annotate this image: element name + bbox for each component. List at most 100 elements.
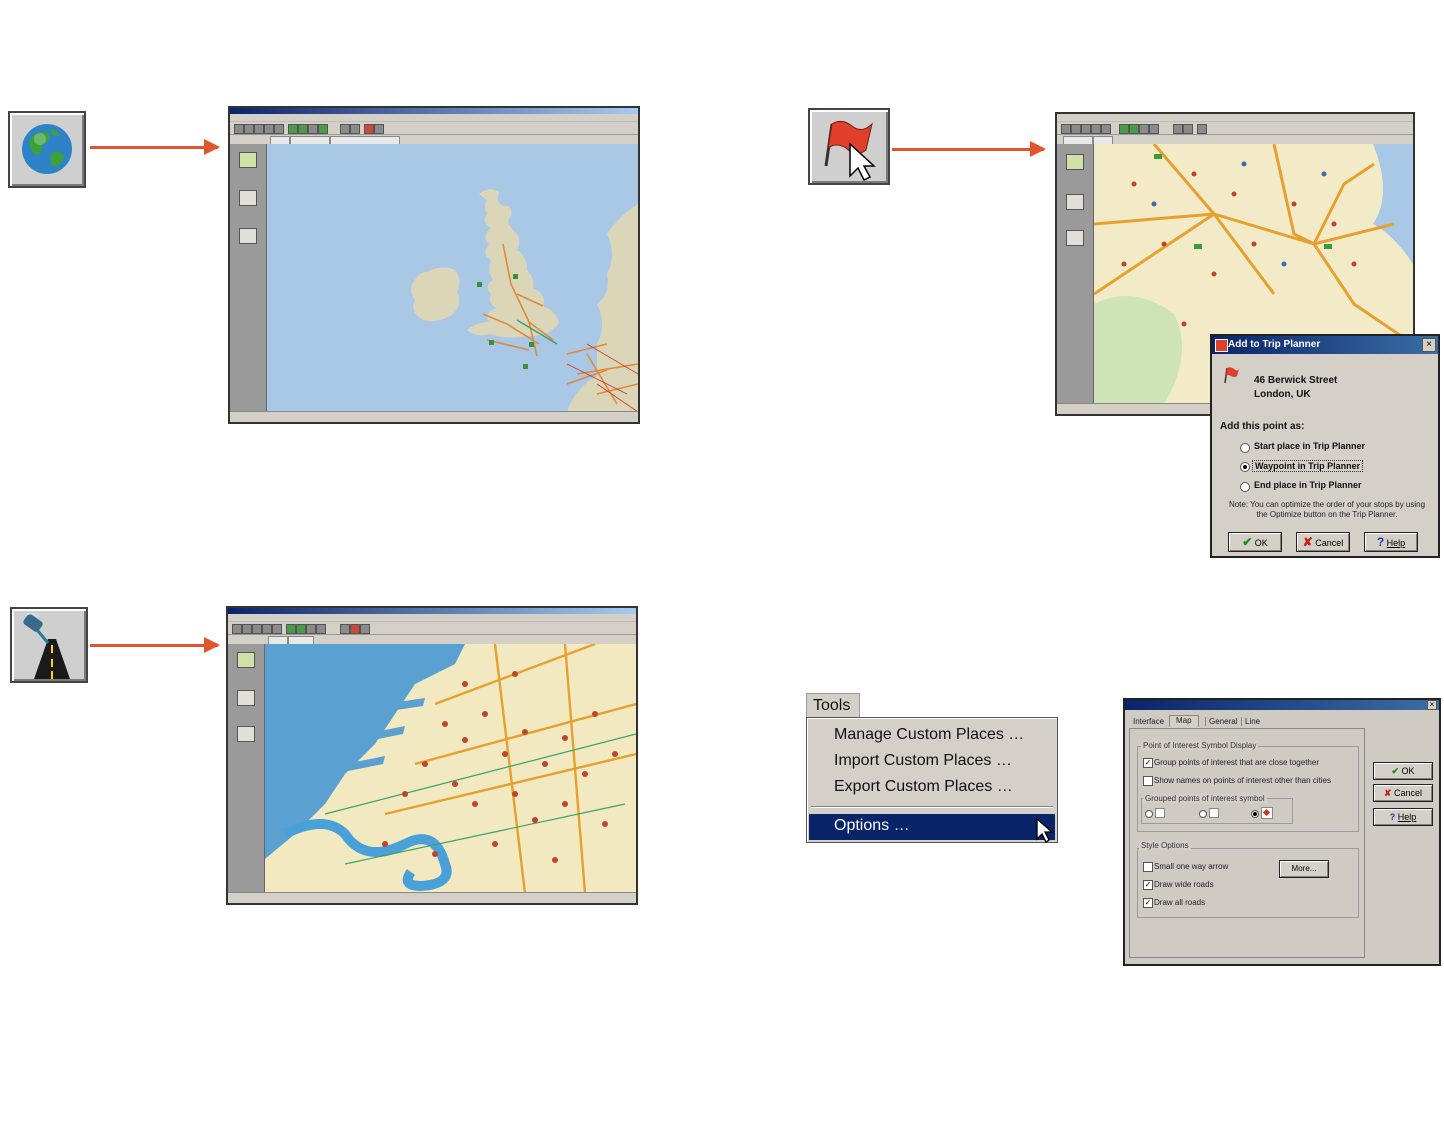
wide-roads-checkbox[interactable]: ✓ (1143, 880, 1153, 890)
menu-bar (230, 114, 638, 122)
side-panel (228, 644, 265, 893)
x-icon: ✘ (1383, 788, 1392, 798)
side-panel (1057, 144, 1094, 404)
poi-group-label: Point of Interest Symbol Display (1141, 741, 1259, 750)
close-button[interactable]: × (1427, 700, 1437, 710)
radio-selected-dot (1253, 812, 1257, 816)
menu-item-options[interactable]: Options … (809, 814, 1055, 840)
menu-bar (228, 614, 636, 622)
trip-planner-flag-button[interactable] (808, 108, 890, 185)
grouped-symbol-radio-3[interactable] (1251, 810, 1259, 818)
question-icon: ? (1376, 535, 1385, 549)
more-button[interactable]: More... (1279, 860, 1329, 878)
add-to-trip-planner-dialog: Add to Trip Planner × 46 Berwick Street … (1210, 334, 1440, 558)
street-zoom-button[interactable] (10, 607, 88, 683)
tools-menu-header[interactable]: Tools (806, 693, 860, 719)
start-place-radio[interactable] (1240, 443, 1250, 453)
cancel-label: Cancel (1394, 788, 1423, 798)
tab-general[interactable]: General (1205, 717, 1237, 726)
ok-label: OK (1401, 766, 1415, 776)
address-line-2: London, UK (1254, 389, 1311, 400)
menu-item-manage-custom-places[interactable]: Manage Custom Places … (834, 726, 1024, 744)
options-dialog-titlebar (1125, 700, 1439, 710)
small-arrow-checkbox[interactable] (1143, 862, 1153, 872)
globe-button[interactable] (8, 111, 86, 188)
red-flag-icon (1224, 367, 1239, 384)
add-point-prompt: Add this point as: (1220, 421, 1305, 432)
checkmark-icon: ✔ (1391, 766, 1399, 776)
checkmark-icon: ✔ (1242, 535, 1253, 549)
end-place-radio[interactable] (1240, 482, 1250, 492)
street-zoom-icon (23, 612, 70, 679)
all-roads-checkbox[interactable]: ✓ (1143, 898, 1153, 908)
red-diamond-icon (1262, 808, 1271, 817)
group-poi-label: Group points of interest that are close … (1154, 758, 1319, 767)
x-icon: ✘ (1302, 535, 1313, 549)
grouped-symbol-radio-2[interactable] (1199, 810, 1207, 818)
options-label: Options … (834, 817, 910, 834)
tab-line[interactable]: Line (1241, 717, 1260, 726)
group-poi-checkbox[interactable]: ✓ (1143, 758, 1153, 768)
show-names-label: Show names on points of interest other t… (1154, 776, 1331, 785)
mouse-pointer-icon (1036, 817, 1054, 843)
wide-roads-label: Draw wide roads (1154, 880, 1214, 889)
uk-map[interactable] (267, 144, 638, 412)
red-flag-cursor-icon (824, 120, 876, 182)
menu-item-export-custom-places[interactable]: Export Custom Places … (834, 778, 1013, 796)
symbol-swatch-2 (1209, 808, 1219, 818)
street-map-window-screenshot (226, 606, 638, 905)
tools-label: Tools (813, 697, 851, 714)
map-tabs (230, 135, 638, 145)
options-cancel-button[interactable]: ✘ Cancel (1373, 784, 1433, 802)
menu-bar (1057, 114, 1413, 122)
street-map[interactable] (265, 644, 636, 893)
map-tabs (228, 635, 636, 645)
status-bar (230, 411, 638, 422)
question-icon: ? (1389, 812, 1396, 822)
globe-icon (22, 124, 72, 174)
uk-map-window-screenshot (228, 106, 640, 424)
grouped-symbol-label: Grouped points of interest symbol (1143, 794, 1267, 803)
tab-interface[interactable]: Interface (1133, 717, 1164, 726)
cancel-button[interactable]: ✘ Cancel (1296, 532, 1350, 552)
radio-selected-dot (1243, 465, 1247, 469)
end-place-label: End place in Trip Planner (1254, 480, 1362, 490)
options-help-button[interactable]: ? Help (1373, 808, 1433, 826)
optimize-note: Note: You can optimize the order of your… (1228, 500, 1426, 519)
arrow-to-street-map (90, 637, 220, 653)
dialog-title: Add to Trip Planner (1212, 336, 1438, 354)
ok-label: OK (1254, 538, 1268, 548)
waypoint-label: Waypoint in Trip Planner (1252, 460, 1364, 472)
symbol-swatch-1 (1155, 808, 1165, 818)
all-roads-label: Draw all roads (1154, 898, 1206, 907)
toolbar (230, 122, 638, 135)
tab-map[interactable]: Map (1169, 715, 1199, 727)
help-label: Help (1397, 812, 1417, 822)
help-button[interactable]: ? Help (1364, 532, 1418, 552)
toolbar (1057, 122, 1413, 135)
arrow-to-uk-map (90, 139, 220, 155)
grouped-symbol-radio-1[interactable] (1145, 810, 1153, 818)
map-tabs (1057, 135, 1413, 145)
small-arrow-label: Small one way arrow (1154, 862, 1229, 871)
style-options-label: Style Options (1139, 841, 1191, 850)
side-panel (230, 144, 267, 412)
toolbar (228, 622, 636, 635)
help-label: Help (1386, 538, 1406, 548)
options-dialog: × Interface Map General Line Point of In… (1123, 698, 1441, 966)
start-place-label: Start place in Trip Planner (1254, 441, 1366, 451)
arrow-to-trip-map (892, 141, 1046, 157)
menu-separator (811, 806, 1053, 808)
status-bar (228, 892, 636, 903)
address-line-1: 46 Berwick Street (1254, 375, 1338, 386)
ok-button[interactable]: ✔ OK (1228, 532, 1282, 552)
menu-item-import-custom-places[interactable]: Import Custom Places … (834, 752, 1012, 770)
dialog-title-icon (1215, 339, 1228, 352)
close-button[interactable]: × (1422, 338, 1436, 352)
options-ok-button[interactable]: ✔ OK (1373, 762, 1433, 780)
cancel-label: Cancel (1315, 538, 1344, 548)
options-tabs: Interface Map General Line (1129, 714, 1435, 728)
waypoint-radio[interactable] (1240, 462, 1250, 472)
show-names-checkbox[interactable] (1143, 776, 1153, 786)
tools-dropdown-menu: Manage Custom Places … Import Custom Pla… (806, 717, 1058, 843)
